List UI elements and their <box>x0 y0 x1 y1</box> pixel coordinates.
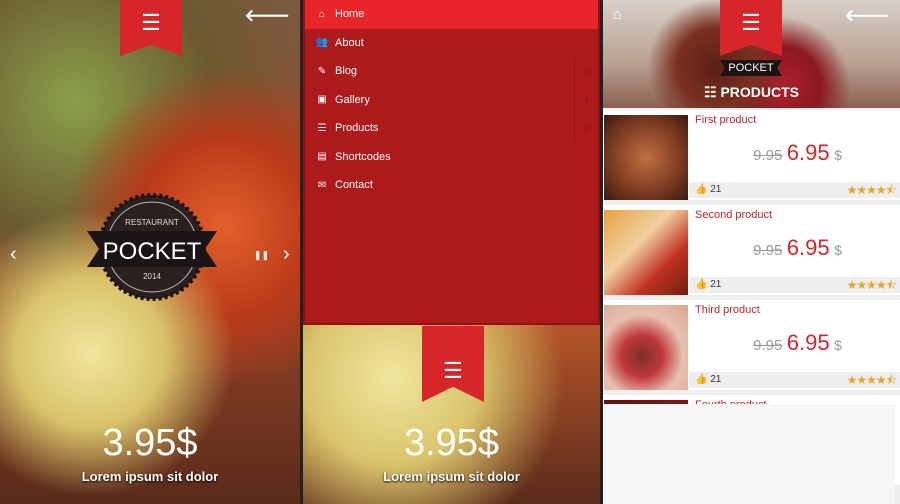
blank-overlay <box>603 404 895 504</box>
menu-item-products[interactable]: ☰ Products › <box>305 114 598 143</box>
rating-stars: ★★★★⯪ <box>846 183 897 197</box>
menu-item-label: About <box>335 36 364 49</box>
svg-text:2014: 2014 <box>143 272 161 281</box>
window-icon: ▤ <box>317 151 327 163</box>
menu-icon: ☰ <box>741 10 761 35</box>
product-card[interactable]: Third product 9.95 6.95 $ 👍 21 ★★★★⯪ <box>603 300 900 390</box>
next-slide-arrow[interactable]: › <box>283 243 290 266</box>
like-icon[interactable]: 👍 <box>695 374 707 385</box>
back-arrow-icon[interactable]: 🡐 <box>844 6 890 26</box>
home-icon: ⌂ <box>318 8 326 20</box>
svg-text:RESTAURANT: RESTAURANT <box>125 218 179 227</box>
menu-item-home[interactable]: ⌂ Home <box>305 0 598 29</box>
rating-stars: ★★★★⯪ <box>846 373 897 387</box>
menu-item-blog[interactable]: ✎ Blog › <box>305 57 598 86</box>
menu-item-label: Gallery <box>335 93 370 106</box>
like-count: 21 <box>710 374 722 385</box>
home-screen: ☰ 🡐 RESTAURANT POCKET 2014 ‹ ❚❚ › 3.95$ … <box>0 0 300 504</box>
old-price: 9.95 <box>753 147 783 164</box>
menu-screen: ⌂ Home 👥 About ✎ Blog › ▣ Gallery › ☰ Products › ▤ Sho… <box>303 0 600 504</box>
like-count: 21 <box>710 184 722 195</box>
product-image[interactable] <box>604 210 688 295</box>
currency: $ <box>834 147 842 163</box>
currency: $ <box>834 337 842 353</box>
menu-icon: ☰ <box>141 10 161 35</box>
menu-item-label: Home <box>335 8 365 21</box>
product-card[interactable]: First product 9.95 6.95 $ 👍 21 ★★★★⯪ <box>603 110 900 200</box>
image-icon: ▣ <box>317 94 327 106</box>
restaurant-logo: RESTAURANT POCKET 2014 <box>87 193 217 301</box>
old-price: 9.95 <box>753 337 783 354</box>
page-title: PRODUCTS <box>720 84 799 100</box>
chevron-right-icon[interactable]: › <box>574 57 598 86</box>
old-price: 9.95 <box>753 242 783 259</box>
nav-menu: ⌂ Home 👥 About ✎ Blog › ▣ Gallery › ☰ Products › ▤ Sho… <box>303 0 600 325</box>
price: 3.95$ <box>403 422 500 464</box>
edit-icon: ✎ <box>317 65 327 77</box>
currency: $ <box>834 242 842 258</box>
price: 3.95$ <box>102 422 198 464</box>
pause-button[interactable]: ❚❚ <box>254 250 269 261</box>
product-name[interactable]: Third product <box>695 304 760 316</box>
envelope-icon: ✉ <box>317 179 327 191</box>
product-price: 6.95 <box>786 235 830 260</box>
home-icon[interactable]: ⌂ <box>613 6 622 23</box>
chevron-right-icon[interactable]: › <box>574 114 598 143</box>
product-name[interactable]: First product <box>695 114 756 126</box>
svg-text:POCKET: POCKET <box>103 238 202 265</box>
product-name[interactable]: Second product <box>695 209 772 221</box>
like-icon[interactable]: 👍 <box>695 279 707 290</box>
menu-icon: ☰ <box>443 358 463 383</box>
product-price: 6.95 <box>786 330 830 355</box>
menu-item-about[interactable]: 👥 About <box>305 29 598 58</box>
users-icon: 👥 <box>315 37 329 49</box>
menu-item-label: Shortcodes <box>335 150 391 163</box>
menu-item-label: Contact <box>335 179 373 192</box>
menu-item-contact[interactable]: ✉ Contact <box>305 171 598 200</box>
list-icon: ☰ <box>317 122 327 134</box>
caption: Lorem ipsum sit dolor <box>81 469 219 484</box>
chevron-right-icon[interactable]: › <box>574 85 598 114</box>
product-image[interactable] <box>604 305 688 390</box>
menu-item-label: Blog <box>335 65 358 78</box>
product-card[interactable]: Second product 9.95 6.95 $ 👍 21 ★★★★⯪ <box>603 205 900 295</box>
caption: Lorem ipsum sit dolor <box>383 469 520 484</box>
prev-slide-arrow[interactable]: ‹ <box>10 243 17 266</box>
menu-ribbon-button[interactable]: ☰ <box>120 0 182 56</box>
like-icon[interactable]: 👍 <box>695 184 707 195</box>
menu-item-gallery[interactable]: ▣ Gallery › <box>305 85 598 114</box>
like-count: 21 <box>710 279 722 290</box>
product-image[interactable] <box>604 115 688 200</box>
menu-item-shortcodes[interactable]: ▤ Shortcodes <box>305 143 598 172</box>
list-icon: ☷ <box>703 84 717 100</box>
menu-ribbon-button[interactable]: ☰ <box>422 326 484 402</box>
back-arrow-icon[interactable]: 🡐 <box>244 6 290 26</box>
menu-item-label: Products <box>335 122 379 135</box>
rating-stars: ★★★★⯪ <box>846 278 897 292</box>
pocket-logo: POCKET <box>720 60 782 76</box>
product-price: 6.95 <box>786 140 830 165</box>
